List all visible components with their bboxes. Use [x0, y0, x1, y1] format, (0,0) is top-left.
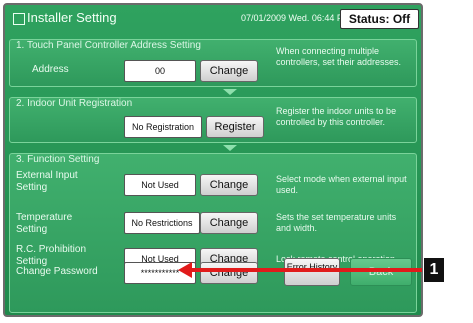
address-change-button[interactable]: Change: [200, 60, 258, 82]
registration-value: No Registration: [124, 116, 202, 138]
section-title: 3. Function Setting: [16, 154, 100, 165]
external-input-description: Select mode when external input used.: [276, 174, 407, 195]
registration-description: Register the indoor units to be controll…: [276, 106, 397, 127]
callout-arrow-head: [178, 262, 192, 278]
temperature-value: No Restrictions: [124, 212, 200, 234]
rc-prohibition-label: R.C. Prohibition Setting: [16, 244, 87, 267]
date-time: 07/01/2009 Wed. 06:44 PM: [241, 13, 351, 23]
settings-icon: [13, 13, 25, 25]
touch-panel-address-section: 1. Touch Panel Controller Address Settin…: [9, 39, 417, 87]
section-title: 1. Touch Panel Controller Address Settin…: [16, 40, 201, 51]
register-button[interactable]: Register: [206, 116, 264, 138]
error-history-button[interactable]: Error History: [284, 258, 340, 286]
callout-number-badge: 1: [424, 258, 444, 282]
section-title: 2. Indoor Unit Registration: [16, 98, 133, 109]
temperature-description: Sets the set temperature units and width…: [276, 212, 397, 233]
address-label: Address: [32, 64, 69, 75]
page-title: Installer Setting: [27, 10, 117, 25]
temperature-label: Temperature Setting: [16, 212, 73, 235]
external-input-label: External Input Setting: [16, 170, 78, 193]
address-description: When connecting multiple controllers, se…: [276, 46, 402, 67]
address-value: 00: [124, 60, 196, 82]
password-change-button[interactable]: Change: [200, 262, 258, 284]
section-separator-arrow: [223, 89, 237, 95]
callout-arrow-line: [188, 268, 422, 272]
back-button[interactable]: Back: [350, 258, 412, 286]
external-input-value: Not Used: [124, 174, 196, 196]
function-setting-section: 3. Function Setting External Input Setti…: [9, 153, 417, 313]
external-input-change-button[interactable]: Change: [200, 174, 258, 196]
change-password-label: Change Password: [16, 266, 98, 277]
indoor-unit-registration-section: 2. Indoor Unit Registration No Registrat…: [9, 97, 417, 143]
section-separator-arrow: [223, 145, 237, 151]
status-indicator: Status: Off: [340, 9, 419, 29]
temperature-change-button[interactable]: Change: [200, 212, 258, 234]
title-bar: Installer Setting 07/01/2009 Wed. 06:44 …: [5, 5, 421, 35]
